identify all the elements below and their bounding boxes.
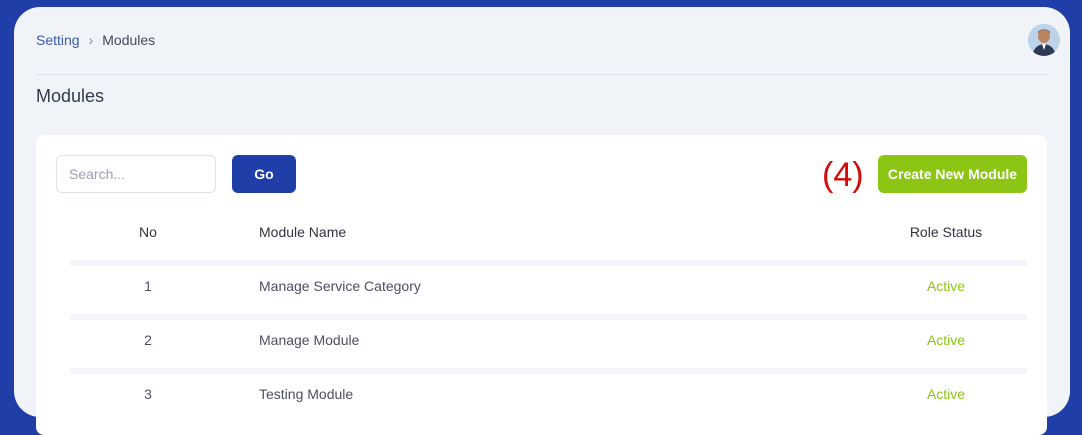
- table-row[interactable]: 2 Manage Module Active: [70, 314, 1027, 360]
- status-badge: Active: [926, 278, 966, 294]
- go-button[interactable]: Go: [232, 155, 296, 193]
- search-input[interactable]: [56, 155, 216, 193]
- header-role-status: Role Status: [909, 224, 983, 240]
- row-module-name: Manage Module: [259, 332, 360, 348]
- header-module-name: Module Name: [259, 224, 347, 240]
- step-marker: (4): [822, 156, 864, 194]
- table-header: No Module Name Role Status: [70, 215, 1027, 249]
- page-title: Modules: [36, 86, 105, 106]
- row-module-name: Manage Service Category: [259, 278, 421, 294]
- chevron-right-icon: ›: [88, 32, 94, 48]
- header-no: No: [139, 224, 157, 240]
- user-avatar-icon: [1028, 24, 1060, 56]
- status-badge: Active: [926, 386, 966, 402]
- app-frame: Setting › Modules Modules Go (4) Create …: [14, 7, 1070, 435]
- table-row[interactable]: 3 Testing Module Active: [70, 368, 1027, 414]
- avatar[interactable]: [1028, 24, 1060, 56]
- top-bar: Setting › Modules: [36, 7, 1060, 75]
- table-row[interactable]: 1 Manage Service Category Active: [70, 260, 1027, 306]
- row-no: 1: [144, 278, 152, 294]
- create-new-module-button[interactable]: Create New Module: [878, 155, 1027, 193]
- breadcrumb: Setting › Modules: [36, 32, 155, 48]
- row-module-name: Testing Module: [259, 386, 354, 402]
- row-no: 3: [144, 386, 152, 402]
- breadcrumb-current: Modules: [102, 32, 156, 48]
- status-badge: Active: [926, 332, 966, 348]
- breadcrumb-setting-link[interactable]: Setting: [36, 32, 80, 48]
- row-no: 2: [144, 332, 152, 348]
- modules-card: Go (4) Create New Module No Module Name …: [36, 135, 1047, 435]
